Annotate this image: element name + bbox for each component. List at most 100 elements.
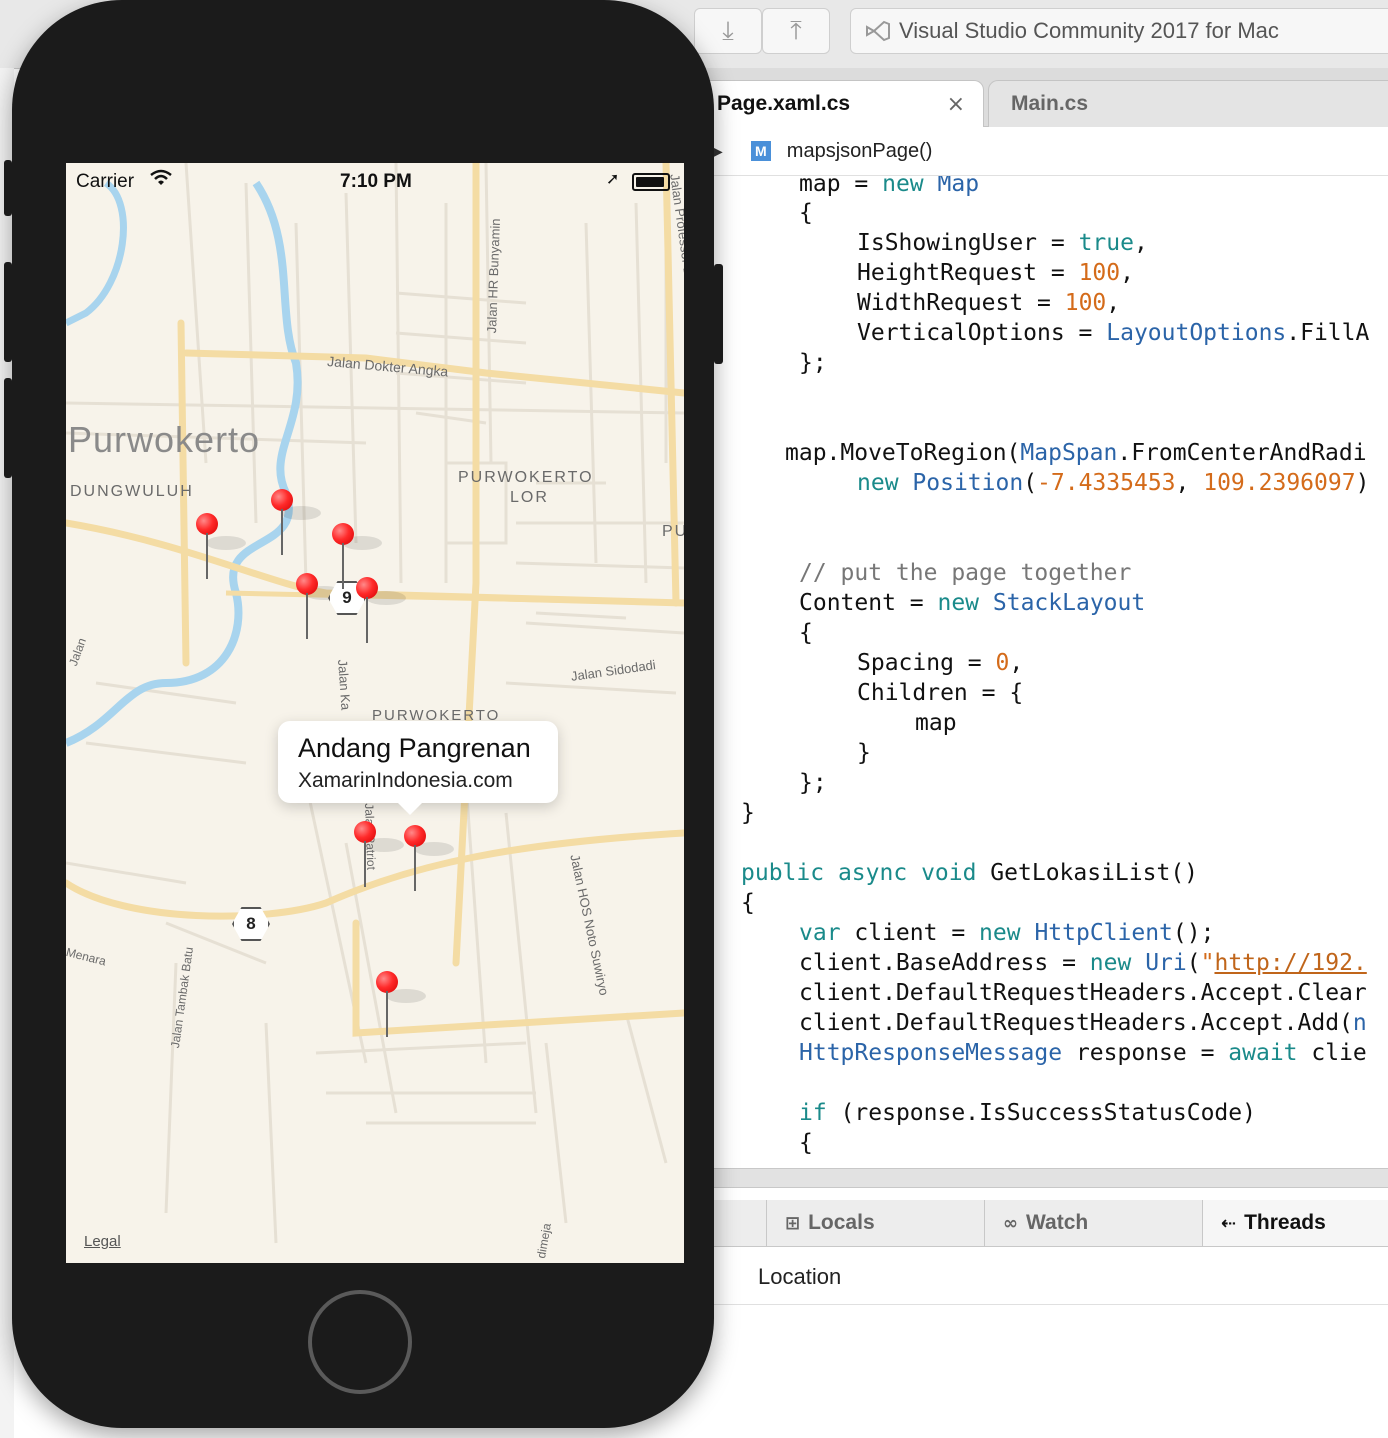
code-line: client.BaseAddress = new Uri("http://192… xyxy=(799,950,1367,976)
code-line: IsShowingUser = true, xyxy=(857,230,1148,256)
pin-head xyxy=(271,489,293,511)
location-arrow-icon: ➚ xyxy=(606,171,620,188)
code-editor[interactable]: map = new Map { IsShowingUser = true, He… xyxy=(700,176,1388,1168)
code-line: new Position(-7.4335453, 109.2396097) xyxy=(857,470,1370,496)
method-icon: M xyxy=(750,141,771,161)
pin-stick xyxy=(281,509,283,555)
breadcrumb: ▶ M mapsjsonPage() xyxy=(700,127,1388,176)
pin-head xyxy=(332,523,354,545)
threads-column-header: Location xyxy=(700,1250,1388,1305)
watch-icon: ∞ xyxy=(1003,1212,1018,1234)
power-button xyxy=(714,264,723,364)
tab-watch[interactable]: ∞ Watch xyxy=(984,1200,1203,1246)
pin-callout[interactable]: Andang Pangrenan XamarinIndonesia.com xyxy=(278,721,558,815)
tab-label: Page.xaml.cs xyxy=(717,92,851,115)
code-line: Spacing = 0, xyxy=(857,650,1024,676)
carrier-label: Carrier xyxy=(76,171,135,192)
status-text: Visual Studio Community 2017 for Mac xyxy=(899,18,1279,43)
visual-studio-logo-icon xyxy=(866,20,890,42)
pin-stick xyxy=(206,533,208,579)
code-line: { xyxy=(799,1130,813,1156)
clock: 7:10 PM xyxy=(340,171,412,192)
home-button[interactable] xyxy=(308,1290,412,1394)
phone-screen: Purwokerto DUNGWULUH PURWOKERTO LOR PURW… xyxy=(66,163,684,1263)
iphone-simulator: Purwokerto DUNGWULUH PURWOKERTO LOR PURW… xyxy=(4,0,723,1428)
code-line: map xyxy=(915,710,957,736)
tab-label: Threads xyxy=(1244,1211,1326,1234)
step-into-button[interactable]: ⤓ xyxy=(694,8,762,54)
code-line: if (response.IsSuccessStatusCode) xyxy=(799,1100,1256,1126)
map-label-district: LOR xyxy=(510,489,549,506)
map-pin[interactable] xyxy=(332,523,356,593)
pin-stick xyxy=(364,841,366,887)
code-line: { xyxy=(741,890,755,916)
pin-head xyxy=(354,821,376,843)
map-pin[interactable] xyxy=(354,821,378,891)
callout-subtitle: XamarinIndonesia.com xyxy=(298,769,513,792)
ios-status-bar: Carrier 7:10 PM ➚ xyxy=(66,163,684,199)
code-line: } xyxy=(857,740,871,766)
map-pin[interactable] xyxy=(196,513,220,583)
close-icon[interactable]: × xyxy=(947,92,965,117)
volume-down-button xyxy=(4,378,12,478)
editor-tab-bar: Page.xaml.cs × Main.cs xyxy=(700,68,1388,127)
tab-page-xaml-cs[interactable]: Page.xaml.cs × xyxy=(700,80,984,127)
pin-head xyxy=(376,971,398,993)
map-pin[interactable] xyxy=(356,577,380,647)
pin-stick xyxy=(414,845,416,891)
code-line: client.DefaultRequestHeaders.Accept.Add(… xyxy=(799,1010,1367,1036)
code-line: { xyxy=(799,200,813,226)
code-line: { xyxy=(799,620,813,646)
pin-head xyxy=(404,825,426,847)
code-line: HeightRequest = 100, xyxy=(857,260,1134,286)
column-location[interactable]: Location xyxy=(758,1264,841,1290)
code-line: WidthRequest = 100, xyxy=(857,290,1121,316)
callout-title: Andang Pangrenan xyxy=(298,733,531,763)
pin-stick xyxy=(386,991,388,1037)
map-pin[interactable] xyxy=(271,489,295,559)
mute-switch xyxy=(4,160,12,216)
legal-link[interactable]: Legal xyxy=(84,1233,121,1250)
code-line: map = new Map xyxy=(799,176,980,197)
threads-icon: ⇠ xyxy=(1221,1212,1237,1234)
pad-splitter[interactable] xyxy=(700,1168,1388,1188)
tab-label: Watch xyxy=(1026,1211,1089,1234)
code-line: VerticalOptions = LayoutOptions.FillA xyxy=(857,320,1370,346)
tab-label: Main.cs xyxy=(1011,92,1089,115)
pin-stick xyxy=(306,593,308,639)
pin-head xyxy=(196,513,218,535)
locals-icon: ⊞ xyxy=(785,1212,801,1234)
wifi-icon xyxy=(150,169,172,185)
code-line: public async void GetLokasiList() xyxy=(741,860,1199,886)
code-line: client.DefaultRequestHeaders.Accept.Clea… xyxy=(799,980,1367,1006)
threads-list xyxy=(700,1305,1388,1438)
code-line: }; xyxy=(799,350,827,376)
pin-stick xyxy=(366,597,368,643)
step-out-button[interactable]: ⤒ xyxy=(762,8,830,54)
step-out-icon: ⤒ xyxy=(790,15,802,46)
volume-up-button xyxy=(4,262,12,362)
step-into-icon: ⤓ xyxy=(722,15,734,46)
code-line: Children = { xyxy=(857,680,1024,706)
code-line: var client = new HttpClient(); xyxy=(799,920,1215,946)
tab-main-cs[interactable]: Main.cs xyxy=(988,80,1388,127)
code-line: }; xyxy=(799,770,827,796)
code-line: Content = new StackLayout xyxy=(799,590,1146,616)
breadcrumb-method[interactable]: mapsjsonPage() xyxy=(787,140,933,163)
tab-label: Locals xyxy=(808,1211,875,1234)
tab-threads[interactable]: ⇠ Threads xyxy=(1202,1200,1388,1246)
code-line: // put the page together xyxy=(799,560,1132,586)
map-label-district: DUNGWULUH xyxy=(70,483,194,500)
code-line: } xyxy=(741,800,755,826)
map-label-district: PURWOKERTO xyxy=(458,469,594,486)
pin-stick xyxy=(342,543,344,589)
code-line: map.MoveToRegion(MapSpan.FromCenterAndRa… xyxy=(785,440,1367,466)
debug-pad-tabs: ⊞ Locals ∞ Watch ⇠ Threads xyxy=(700,1200,1388,1247)
map-pin[interactable] xyxy=(296,573,320,643)
pin-head xyxy=(296,573,318,595)
battery-icon xyxy=(632,173,670,191)
map-pin-selected[interactable] xyxy=(404,825,428,895)
tab-locals[interactable]: ⊞ Locals xyxy=(766,1200,985,1246)
map-pin[interactable] xyxy=(376,971,400,1041)
map-label-city: Purwokerto xyxy=(68,419,261,460)
